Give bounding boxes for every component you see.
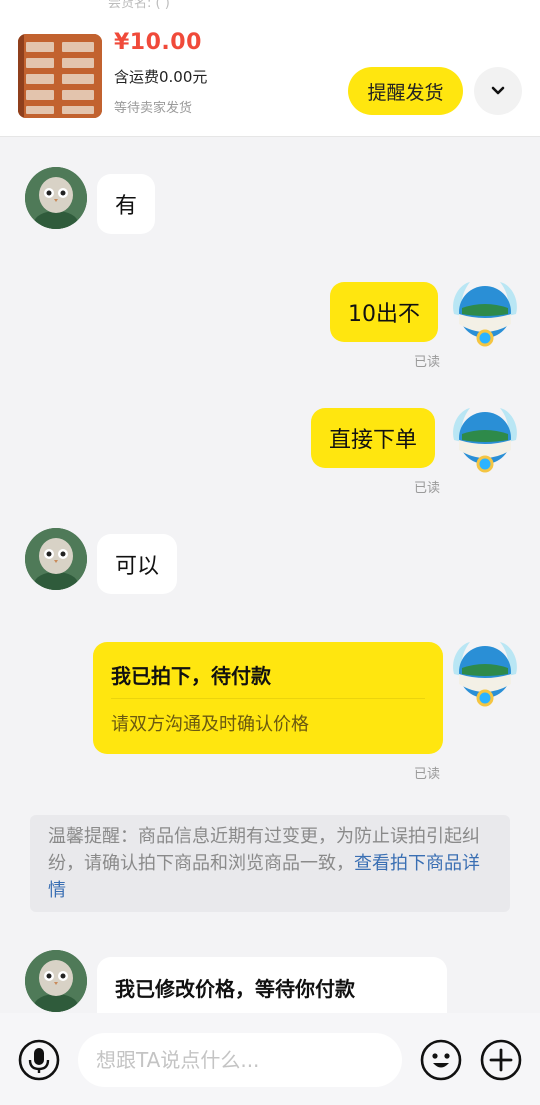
order-header: 尝货名: ( ) ¥10.00 含运费0.00元 等待卖家发货 提醒发货 — [0, 0, 540, 137]
message-text: 10出不 — [348, 302, 420, 327]
owl-avatar-icon — [25, 528, 87, 590]
emoji-button[interactable] — [420, 1039, 462, 1081]
plus-icon — [480, 1039, 522, 1081]
read-status: 已读 — [414, 355, 441, 370]
owl-avatar-icon — [25, 950, 87, 1012]
self-avatar[interactable] — [448, 638, 522, 712]
beach-avatar-icon — [453, 408, 517, 473]
card-title: 我已拍下，待付款 — [111, 664, 271, 688]
beach-avatar-icon — [453, 282, 517, 347]
beach-avatar-icon — [453, 642, 517, 707]
order-price: ¥10.00 — [114, 30, 202, 55]
chevron-down-icon — [491, 86, 505, 95]
other-avatar[interactable] — [25, 528, 87, 590]
message-bubble-self: 10出不 — [330, 282, 438, 342]
owl-avatar-icon — [25, 167, 87, 229]
card-divider — [111, 698, 425, 699]
message-text: 直接下单 — [329, 428, 418, 453]
order-status: 等待卖家发货 — [114, 101, 193, 116]
card-subtitle: 请双方沟通及时确认价格 — [111, 714, 309, 735]
chat-input-bar — [0, 1013, 540, 1105]
message-input[interactable] — [78, 1033, 402, 1087]
card-title: 我已修改价格，等待你付款 — [115, 977, 355, 1001]
shipping-fee: 含运费0.00元 — [114, 68, 208, 86]
emoji-icon — [420, 1039, 462, 1081]
message-text: 可以 — [115, 554, 160, 579]
system-notice: 温馨提醒：商品信息近期有过变更，为防止误拍引起纠纷，请确认拍下商品和浏览商品一致… — [30, 815, 510, 912]
other-avatar[interactable] — [25, 950, 87, 1012]
header-ghost-text: 尝货名: ( ) — [108, 0, 170, 11]
voice-button[interactable] — [18, 1039, 60, 1081]
product-image-icon — [18, 34, 102, 118]
message-text: 有 — [115, 194, 138, 219]
other-avatar[interactable] — [25, 167, 87, 229]
self-avatar[interactable] — [448, 278, 522, 352]
read-status: 已读 — [414, 481, 441, 496]
mic-icon — [18, 1039, 60, 1081]
read-status: 已读 — [414, 767, 441, 782]
product-thumbnail[interactable] — [18, 34, 102, 118]
more-actions-button[interactable] — [480, 1039, 522, 1081]
self-avatar[interactable] — [448, 404, 522, 478]
message-bubble: 有 — [97, 174, 156, 234]
message-bubble: 可以 — [97, 534, 178, 594]
message-bubble-self: 直接下单 — [311, 408, 436, 468]
remind-ship-button[interactable]: 提醒发货 — [348, 67, 463, 115]
order-placed-card[interactable]: 我已拍下，待付款 请双方沟通及时确认价格 — [93, 642, 443, 754]
expand-button[interactable] — [474, 67, 522, 115]
